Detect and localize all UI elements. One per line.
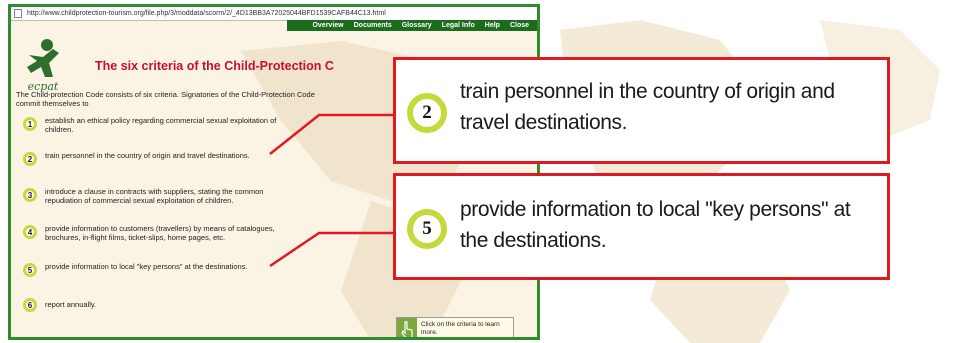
criterion-text: provide information to local "key person… bbox=[45, 262, 248, 271]
callout-criterion-5[interactable]: 5 provide information to local "key pers… bbox=[393, 173, 890, 280]
callout-number: 5 bbox=[407, 209, 447, 249]
callout-criterion-2[interactable]: 2 train personnel in the country of orig… bbox=[393, 57, 890, 164]
callout-number: 2 bbox=[407, 93, 447, 133]
criterion-number: 4 bbox=[23, 225, 37, 239]
nav-help[interactable]: Help bbox=[485, 22, 500, 29]
criterion-text: train personnel in the country of origin… bbox=[45, 151, 250, 160]
nav-glossary[interactable]: Glossary bbox=[402, 22, 432, 29]
ecpat-figure-icon bbox=[27, 39, 59, 77]
page-title: The six criteria of the Child-Protection… bbox=[95, 59, 334, 73]
criterion-number: 3 bbox=[23, 188, 37, 202]
criterion-number: 5 bbox=[23, 263, 37, 277]
page-icon bbox=[14, 9, 22, 18]
hand-pointer-icon bbox=[397, 318, 417, 337]
criterion-number: 1 bbox=[23, 117, 37, 131]
address-url: http://www.childprotection-tourism.org/f… bbox=[27, 10, 386, 17]
callout-text: train personnel in the country of origin… bbox=[460, 80, 835, 134]
criterion-number: 2 bbox=[23, 152, 37, 166]
ecpat-logo: ecpat bbox=[23, 37, 63, 93]
intro-text: The Child-protection Code consists of si… bbox=[16, 90, 315, 108]
browser-window: http://www.childprotection-tourism.org/f… bbox=[8, 4, 540, 340]
criterion-text: introduce a clause in contracts with sup… bbox=[45, 187, 264, 205]
nav-legal-info[interactable]: Legal Info bbox=[442, 22, 475, 29]
criterion-text: report annually. bbox=[45, 300, 97, 309]
criterion-number: 6 bbox=[23, 298, 37, 312]
top-nav: Overview Documents Glossary Legal Info H… bbox=[287, 20, 537, 31]
nav-close[interactable]: Close bbox=[510, 22, 529, 29]
nav-documents[interactable]: Documents bbox=[354, 22, 392, 29]
hint-text: Click on the criteria to learn more. bbox=[421, 321, 500, 336]
hint-box: Click on the criteria to learn more. bbox=[396, 317, 514, 337]
address-bar[interactable]: http://www.childprotection-tourism.org/f… bbox=[11, 7, 537, 21]
nav-overview[interactable]: Overview bbox=[312, 22, 343, 29]
criterion-text: establish an ethical policy regarding co… bbox=[45, 116, 277, 134]
criterion-text: provide information to customers (travel… bbox=[45, 224, 275, 242]
callout-text: provide information to local "key person… bbox=[460, 198, 851, 252]
